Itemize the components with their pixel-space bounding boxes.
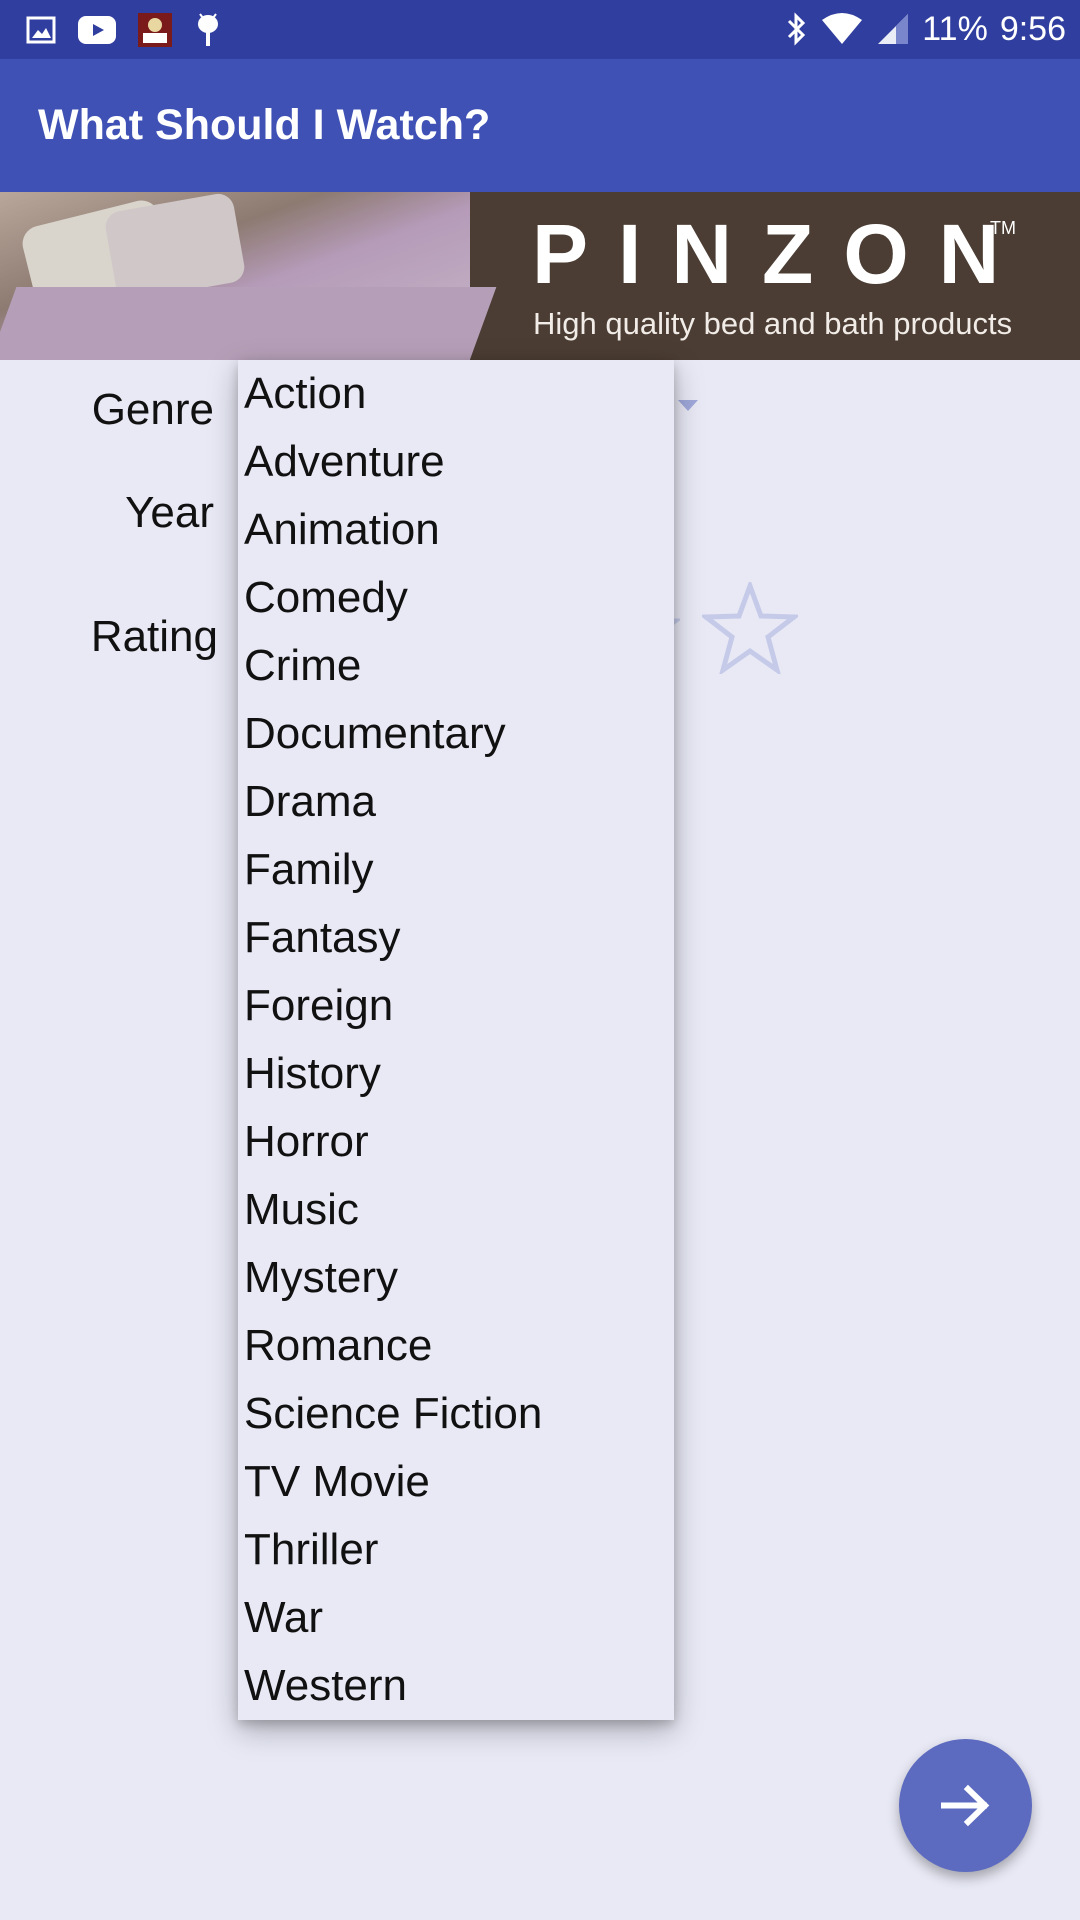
- genre-option-history[interactable]: History: [244, 1040, 668, 1108]
- ad-trademark: TM: [990, 218, 1016, 238]
- genre-option-thriller[interactable]: Thriller: [244, 1516, 668, 1584]
- genre-option-comedy[interactable]: Comedy: [244, 564, 668, 632]
- notification-icons: [26, 10, 222, 50]
- next-fab-button[interactable]: [899, 1739, 1032, 1872]
- signal-icon: [878, 14, 909, 44]
- genre-option-war[interactable]: War: [244, 1584, 668, 1652]
- genre-dropdown-list[interactable]: Action Adventure Animation Comedy Crime …: [238, 360, 674, 1720]
- genre-option-animation[interactable]: Animation: [244, 496, 668, 564]
- status-bar: 11% 9:56: [0, 0, 1080, 59]
- youtube-icon: [78, 16, 116, 44]
- genre-option-drama[interactable]: Drama: [244, 768, 668, 836]
- genre-option-tv-movie[interactable]: TV Movie: [244, 1448, 668, 1516]
- genre-option-romance[interactable]: Romance: [244, 1312, 668, 1380]
- ad-tagline: High quality bed and bath products: [533, 306, 1013, 341]
- ad-banner[interactable]: PINZON TM High quality bed and bath prod…: [0, 192, 1080, 360]
- year-label: Year: [125, 488, 214, 537]
- genre-option-mystery[interactable]: Mystery: [244, 1244, 668, 1312]
- rating-label: Rating: [90, 612, 218, 661]
- wifi-icon: [822, 13, 863, 44]
- genre-option-documentary[interactable]: Documentary: [244, 700, 668, 768]
- system-icons: 11% 9:56: [786, 6, 1066, 52]
- genre-option-foreign[interactable]: Foreign: [244, 972, 668, 1040]
- app-bar: What Should I Watch?: [0, 59, 1080, 192]
- clock: 9:56: [999, 9, 1066, 48]
- android-debug-icon: [198, 13, 218, 46]
- genre-label: Genre: [91, 385, 214, 434]
- genre-option-science-fiction[interactable]: Science Fiction: [244, 1380, 668, 1448]
- ad-bed-image: [0, 192, 497, 360]
- genre-option-western[interactable]: Western: [244, 1652, 668, 1720]
- genre-option-family[interactable]: Family: [244, 836, 668, 904]
- game-app-icon: [138, 13, 172, 47]
- genre-option-fantasy[interactable]: Fantasy: [244, 904, 668, 972]
- genre-option-action[interactable]: Action: [244, 360, 668, 428]
- genre-option-crime[interactable]: Crime: [244, 632, 668, 700]
- battery-percent: 11%: [922, 9, 988, 48]
- image-icon: [26, 16, 56, 44]
- arrow-forward-icon: [941, 1784, 990, 1827]
- genre-spinner-arrow-icon[interactable]: [678, 400, 698, 411]
- rating-star-icon[interactable]: [702, 582, 798, 674]
- app-title: What Should I Watch?: [38, 101, 491, 149]
- genre-option-horror[interactable]: Horror: [244, 1108, 668, 1176]
- genre-option-music[interactable]: Music: [244, 1176, 668, 1244]
- genre-option-adventure[interactable]: Adventure: [244, 428, 668, 496]
- ad-brand: PINZON: [532, 207, 1030, 301]
- bluetooth-icon: [788, 12, 806, 46]
